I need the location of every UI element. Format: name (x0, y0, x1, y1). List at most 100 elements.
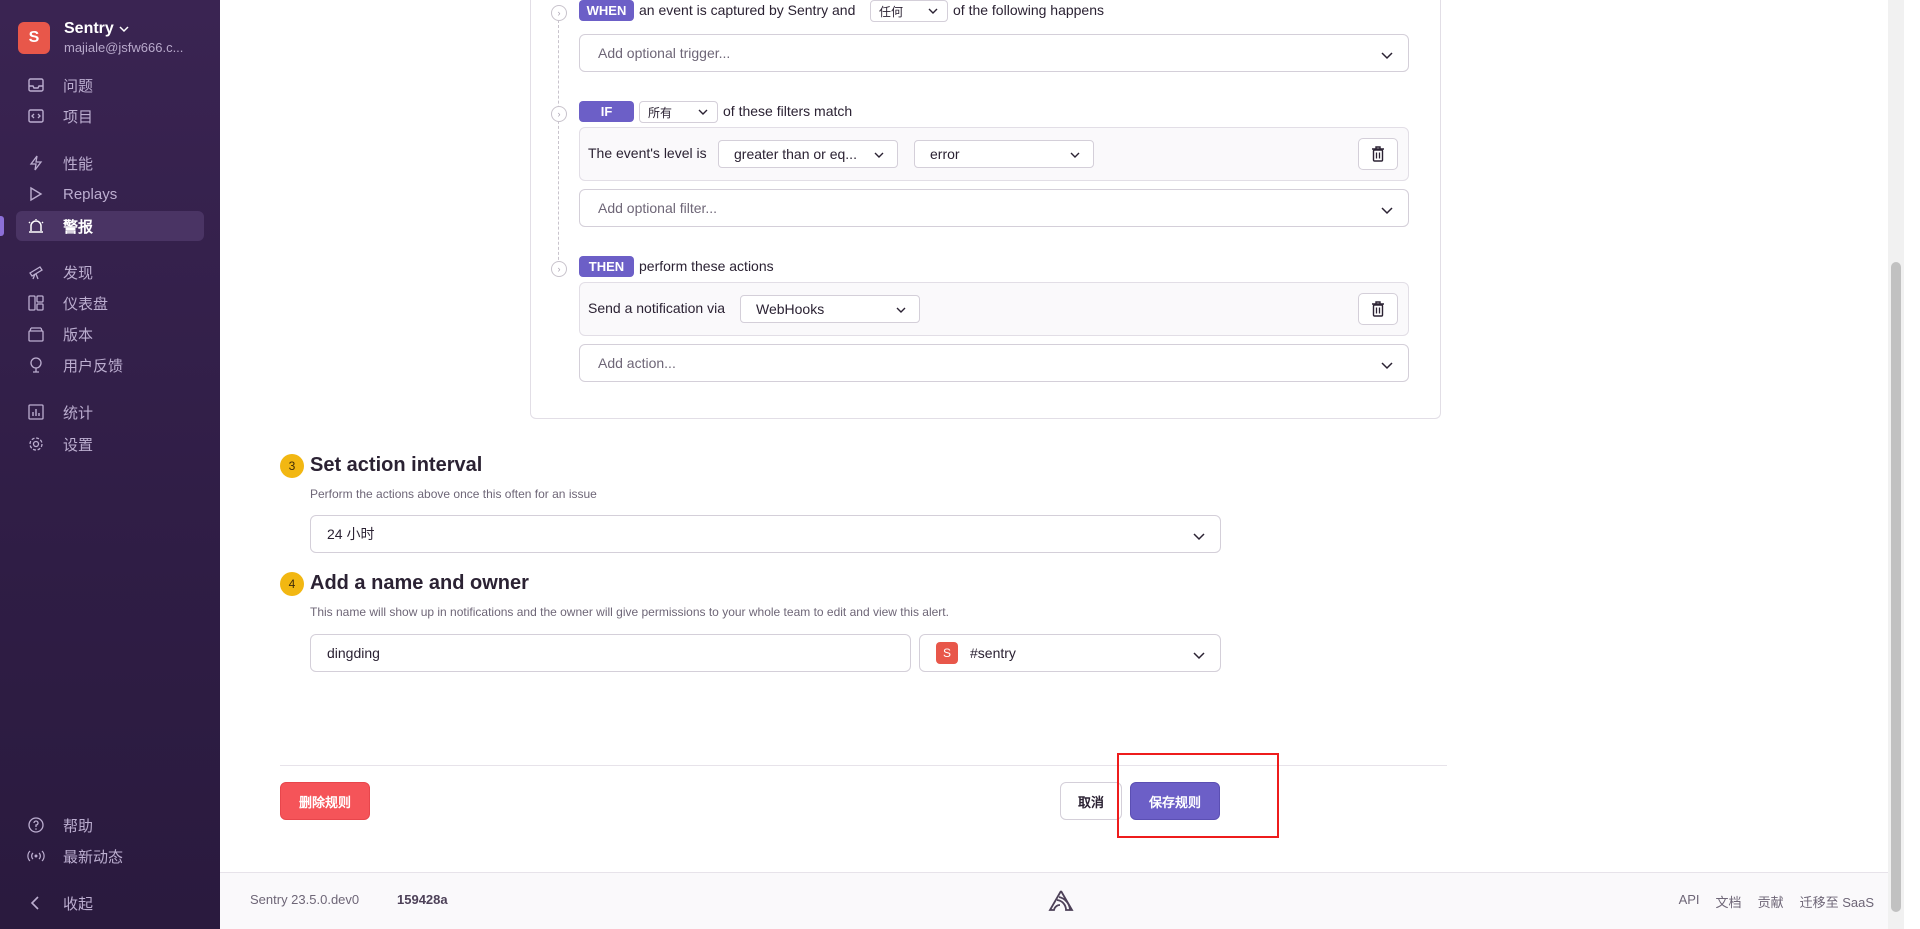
sidebar-item-dashboards[interactable]: 仪表盘 (16, 288, 204, 318)
chevron-down-icon (1381, 362, 1393, 370)
add-filter-dropdown[interactable]: Add optional filter... (579, 189, 1409, 227)
chevron-down-icon (698, 109, 708, 115)
sidebar-item-label: 问题 (63, 77, 94, 95)
step-number: 3 (280, 454, 304, 478)
megaphone-icon (26, 355, 46, 375)
name-owner-hint: This name will show up in notifications … (310, 605, 949, 619)
add-action-dropdown[interactable]: Add action... (579, 344, 1409, 382)
sidebar-item-issues[interactable]: 问题 (16, 70, 204, 100)
when-match-select[interactable]: 任何 (870, 0, 948, 22)
delete-filter-button[interactable] (1358, 138, 1398, 170)
action-label: Send a notification via (588, 300, 725, 316)
org-avatar: S (18, 21, 50, 54)
sidebar-item-label: 统计 (63, 404, 94, 422)
when-text: an event is captured by Sentry and (639, 2, 856, 18)
sentry-logo-icon (1048, 890, 1074, 911)
package-icon (26, 324, 46, 344)
if-text-after: of these filters match (723, 103, 853, 119)
add-trigger-placeholder: Add optional trigger... (598, 45, 731, 61)
gear-icon (26, 434, 46, 454)
sidebar-item-replays[interactable]: Replays (16, 179, 204, 209)
add-trigger-dropdown[interactable]: Add optional trigger... (579, 34, 1409, 72)
telescope-icon (26, 262, 46, 282)
lightning-icon (26, 153, 46, 173)
sidebar-item-label: Replays (63, 185, 118, 203)
sidebar-item-label: 设置 (63, 436, 94, 454)
sidebar-item-user-feedback[interactable]: 用户反馈 (16, 350, 204, 380)
sidebar-item-settings[interactable]: 设置 (16, 429, 204, 459)
add-filter-placeholder: Add optional filter... (598, 200, 718, 216)
filter-operator-select[interactable]: greater than or eq... (718, 140, 898, 168)
org-name: Sentry (64, 20, 114, 37)
sidebar-item-discover[interactable]: 发现 (16, 257, 204, 287)
footer-link-migrate[interactable]: 迁移至 SaaS (1800, 892, 1874, 911)
filter-level-select[interactable]: error (914, 140, 1094, 168)
interval-hint: Perform the actions above once this ofte… (310, 487, 597, 501)
trash-icon (1372, 301, 1384, 317)
sidebar-item-help[interactable]: 帮助 (16, 810, 204, 840)
highlight-box (1117, 753, 1279, 838)
add-action-placeholder: Add action... (598, 355, 676, 371)
cancel-button[interactable]: 取消 (1060, 782, 1122, 820)
active-indicator (0, 216, 4, 236)
step-number: 4 (280, 572, 304, 596)
delete-action-button[interactable] (1358, 293, 1398, 325)
org-switcher[interactable]: S Sentry majiale@jsfw666.c... (18, 20, 183, 55)
chevron-down-icon (1193, 533, 1205, 541)
footer: Sentry 23.5.0.dev0 159428a API 文档 贡献 迁移至… (220, 872, 1904, 929)
chevron-left-icon (26, 893, 46, 913)
when-text-after: of the following happens (953, 2, 1104, 18)
sidebar-item-alerts[interactable]: 警报 (16, 211, 204, 241)
team-avatar: S (936, 642, 958, 664)
then-step-dot: › (551, 261, 567, 277)
siren-icon (26, 216, 46, 236)
help-icon (26, 815, 46, 835)
footer-link-api[interactable]: API (1679, 892, 1700, 911)
action-interval-select[interactable]: 24 小时 (310, 515, 1221, 553)
sidebar-item-whats-new[interactable]: 最新动态 (16, 841, 204, 871)
when-step-dot: › (551, 5, 567, 21)
sidebar-item-label: 性能 (63, 155, 94, 173)
if-match-value: 所有 (648, 105, 673, 120)
action-interval-value: 24 小时 (327, 526, 375, 542)
team-owner-value: #sentry (970, 645, 1016, 661)
play-icon (26, 184, 46, 204)
sidebar-item-label: 警报 (63, 218, 94, 236)
sidebar-item-label: 项目 (63, 108, 94, 126)
rule-name-input[interactable]: dingding (310, 634, 911, 672)
scrollbar-thumb[interactable] (1891, 262, 1901, 912)
version-text: Sentry 23.5.0.dev0 (250, 892, 360, 907)
sidebar-item-label: 用户反馈 (63, 357, 124, 375)
sidebar-item-stats[interactable]: 统计 (16, 397, 204, 427)
action-service-select[interactable]: WebHooks (740, 295, 920, 323)
filter-label: The event's level is (588, 145, 707, 161)
user-email: majiale@jsfw666.c... (64, 40, 184, 55)
trash-icon (1372, 146, 1384, 162)
sidebar-item-label: 发现 (63, 264, 94, 282)
sidebar-collapse-button[interactable]: 收起 (16, 888, 204, 918)
broadcast-icon (26, 846, 46, 866)
sidebar-item-releases[interactable]: 版本 (16, 319, 204, 349)
sidebar-item-label: 最新动态 (63, 848, 124, 866)
if-match-select[interactable]: 所有 (639, 101, 718, 123)
chevron-down-icon (119, 26, 129, 33)
footer-link-contribute[interactable]: 贡献 (1758, 892, 1784, 911)
sidebar-item-label: 仪表盘 (63, 295, 109, 313)
chevron-down-icon (874, 152, 884, 158)
commit-hash[interactable]: 159428a (397, 892, 448, 907)
dashboard-icon (26, 293, 46, 313)
if-badge: IF (579, 101, 634, 122)
sidebar-item-projects[interactable]: 项目 (16, 101, 204, 131)
sidebar-item-label: 收起 (63, 895, 94, 913)
sidebar-item-performance[interactable]: 性能 (16, 148, 204, 178)
scrollbar[interactable] (1888, 0, 1904, 929)
sidebar-item-label: 版本 (63, 326, 94, 344)
filter-level-value: error (930, 146, 960, 162)
chevron-down-icon (1381, 52, 1393, 60)
delete-rule-button[interactable]: 删除规则 (280, 782, 370, 820)
when-badge: WHEN (579, 0, 634, 21)
team-owner-select[interactable]: S #sentry (919, 634, 1221, 672)
inbox-icon (26, 75, 46, 95)
chevron-down-icon (1070, 152, 1080, 158)
footer-link-docs[interactable]: 文档 (1716, 892, 1742, 911)
